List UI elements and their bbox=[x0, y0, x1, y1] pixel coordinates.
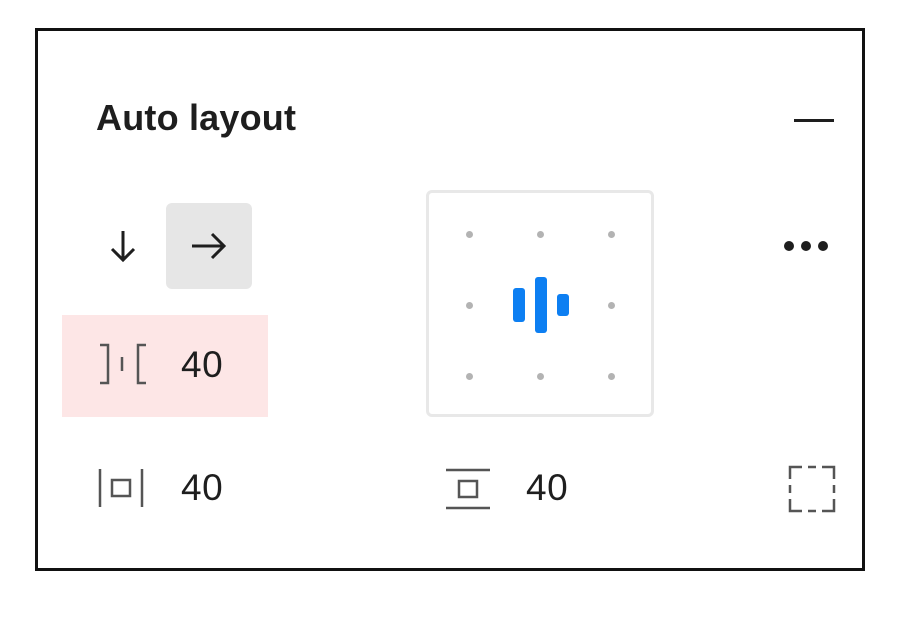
gap-between-icon bbox=[100, 343, 146, 385]
more-options-button[interactable] bbox=[782, 231, 842, 261]
vertical-padding-value: 40 bbox=[526, 467, 569, 508]
collapse-button[interactable] bbox=[790, 115, 836, 137]
gap-field[interactable]: 40 bbox=[62, 315, 268, 417]
more-dot bbox=[818, 241, 828, 251]
more-dot bbox=[801, 241, 811, 251]
panel-title: Auto layout bbox=[96, 97, 297, 138]
align-bottom-left[interactable] bbox=[466, 373, 473, 380]
align-bottom-right[interactable] bbox=[608, 373, 615, 380]
horizontal-padding-field[interactable]: 40 bbox=[88, 451, 248, 521]
direction-vertical-button[interactable] bbox=[80, 203, 166, 289]
vertical-padding-icon bbox=[446, 468, 490, 510]
vertical-padding-field[interactable]: 40 bbox=[438, 451, 598, 521]
horizontal-padding-value: 40 bbox=[181, 467, 224, 508]
align-top-right[interactable] bbox=[608, 231, 615, 238]
gap-value: 40 bbox=[181, 344, 224, 385]
direction-horizontal-button[interactable] bbox=[166, 203, 252, 289]
more-horizontal-icon bbox=[784, 241, 794, 251]
align-bottom-center[interactable] bbox=[537, 373, 544, 380]
align-middle-left[interactable] bbox=[466, 302, 473, 309]
alignment-grid[interactable] bbox=[426, 190, 654, 417]
align-top-left[interactable] bbox=[466, 231, 473, 238]
arrow-right-icon bbox=[192, 232, 227, 260]
arrow-down-icon bbox=[110, 231, 136, 263]
align-center-bars-icon[interactable] bbox=[511, 274, 573, 336]
align-top-center[interactable] bbox=[537, 231, 544, 238]
align-middle-right[interactable] bbox=[608, 302, 615, 309]
clip-content-button[interactable] bbox=[786, 463, 838, 515]
auto-layout-panel: Auto layout 40 40 40 bbox=[35, 28, 865, 571]
clip-content-icon bbox=[788, 465, 836, 513]
horizontal-padding-icon bbox=[98, 469, 144, 507]
minus-icon bbox=[794, 119, 834, 122]
